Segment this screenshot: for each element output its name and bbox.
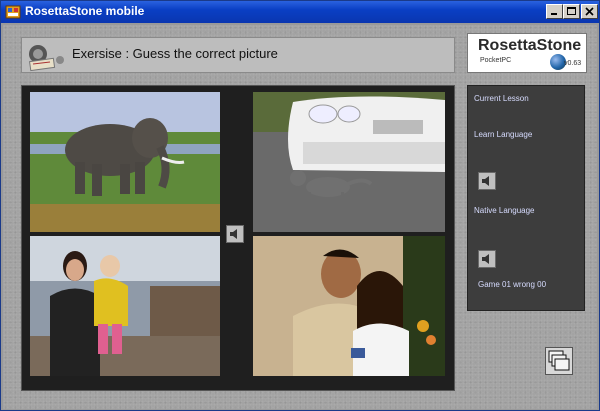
score-label: Game 01 wrong 00 xyxy=(478,280,547,289)
rosettastone-logo: RosettaStone PocketPC v0.63 xyxy=(467,33,587,73)
maximize-icon xyxy=(567,7,576,15)
exercise-label: Exersise : Guess the correct picture xyxy=(72,46,278,61)
minimize-icon xyxy=(551,13,557,15)
couple-image xyxy=(253,236,445,376)
picture-couple[interactable] xyxy=(253,236,445,376)
app-window: RosettaStone mobile Exersise : Guess the… xyxy=(0,0,600,411)
logo-brand: RosettaStone xyxy=(478,37,582,54)
minimize-button[interactable] xyxy=(546,4,563,19)
cat-car-image xyxy=(253,92,445,232)
logo-version: v0.63 xyxy=(564,60,582,67)
title-bar[interactable]: RosettaStone mobile xyxy=(1,1,599,23)
app-icon xyxy=(5,5,21,19)
native-language-label: Native Language xyxy=(474,206,535,215)
client-area: Exersise : Guess the correct picture Ros… xyxy=(3,25,597,409)
current-lesson-label: Current Lesson xyxy=(474,94,529,103)
lesson-panel: Current Lesson Learn Language Native Lan… xyxy=(467,85,585,311)
mother-child-image xyxy=(30,236,220,376)
elephant-image xyxy=(30,92,220,232)
picture-grid xyxy=(21,85,455,391)
close-button[interactable] xyxy=(581,4,598,19)
cards-button[interactable] xyxy=(545,347,573,375)
maximize-button[interactable] xyxy=(563,4,580,19)
picture-cat-car[interactable] xyxy=(253,92,445,232)
learn-language-speaker-icon[interactable] xyxy=(478,172,496,190)
close-icon xyxy=(585,7,594,16)
cards-icon xyxy=(548,350,570,371)
learn-language-label: Learn Language xyxy=(474,130,533,139)
exercise-header: Exersise : Guess the correct picture xyxy=(21,37,455,73)
window-title: RosettaStone mobile xyxy=(25,4,145,18)
logo-platform: PocketPC xyxy=(480,57,512,64)
speaker-icon[interactable] xyxy=(226,225,244,243)
picture-mother-child[interactable] xyxy=(30,236,220,376)
picture-elephant[interactable] xyxy=(30,92,220,232)
native-language-speaker-icon[interactable] xyxy=(478,250,496,268)
speaker-icon[interactable] xyxy=(26,42,68,72)
